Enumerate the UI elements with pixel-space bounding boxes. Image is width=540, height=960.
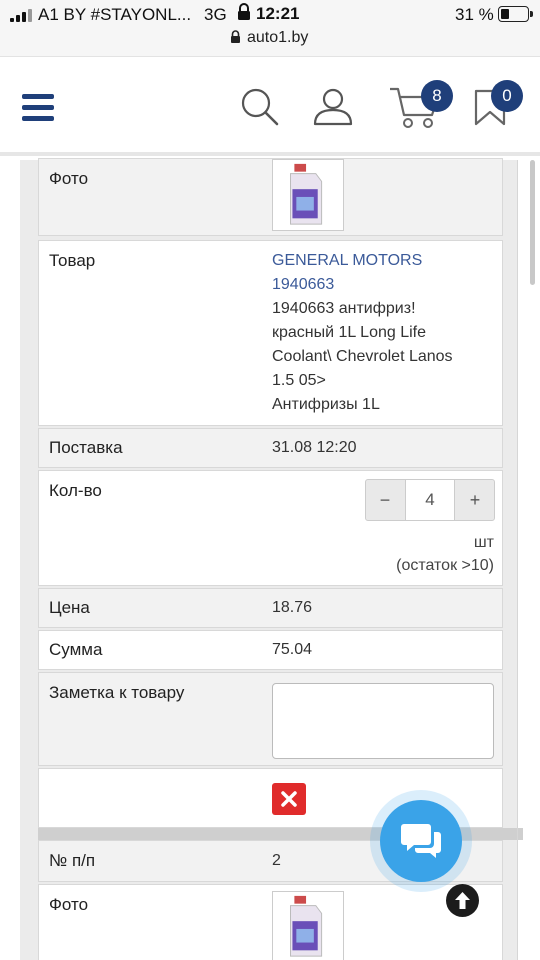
carrier-name: A1 BY #STAYONL... [38,5,192,24]
table-row-product: Товар GENERAL MOTORS 1940663 1940663 ант… [38,240,503,426]
photo-label: Фото [49,895,89,914]
stock-remaining: (остаток >10) [396,557,494,574]
product-photo[interactable] [272,159,344,231]
search-icon[interactable] [240,87,280,127]
url-text: auto1.by [247,29,309,46]
quantity-decrease-button[interactable]: − [366,480,404,520]
price-value: 18.76 [272,599,313,616]
description-line: Coolant\ Chevrolet Lanos [272,348,453,365]
favorites-count-badge[interactable]: 0 [491,80,523,112]
user-icon[interactable] [312,87,354,127]
table-row-price: Цена 18.76 [38,588,503,628]
table-row-delivery: Поставка 31.08 12:20 [38,428,503,468]
close-x-icon [281,791,297,807]
page-edge [517,160,518,960]
battery-icon [498,6,533,22]
price-label: Цена [49,598,90,617]
table-row-photo: Фото [38,884,503,960]
clock: 12:21 [256,4,300,23]
table-row-note: Заметка к товару [38,672,503,766]
quantity-unit: шт [473,534,494,551]
site-header [0,56,540,156]
quantity-increase-button[interactable]: + [456,480,494,520]
description-line: 1.5 05> [272,372,326,389]
number-value: 2 [272,852,281,869]
cart-count-badge[interactable]: 8 [421,80,453,112]
product-label: Товар [49,251,96,270]
chat-button[interactable] [380,800,462,882]
address-bar[interactable]: auto1.by [0,28,540,56]
table-row-quantity: Кол-во − + шт (остаток >10) [38,470,503,586]
delete-item-button[interactable] [272,783,306,815]
delivery-value: 31.08 12:20 [272,439,357,456]
quantity-stepper[interactable]: − + [365,479,495,521]
battery-percent: 31 % [455,5,494,24]
scrollbar-thumb[interactable] [530,160,535,285]
signal-strength-icon [10,8,32,22]
chat-bubbles-icon [401,824,441,858]
network-type: 3G [204,5,227,24]
status-bar: A1 BY #STAYONL... 3G 12:21 31 % [0,0,540,28]
description-line: 1940663 антифриз! [272,300,416,317]
product-brand-link[interactable]: GENERAL MOTORS [272,252,422,269]
secure-lock-icon [231,30,240,43]
photo-label: Фото [49,169,89,188]
orientation-lock-icon [238,3,250,20]
delivery-label: Поставка [49,438,123,457]
sum-label: Сумма [49,640,103,659]
hamburger-menu-icon[interactable] [22,94,54,122]
item-note-input[interactable] [272,683,494,759]
product-article-link[interactable]: 1940663 [272,276,334,293]
description-line: Антифризы 1L [272,396,380,413]
note-label: Заметка к товару [49,683,185,702]
product-photo[interactable] [272,891,344,960]
product-info: GENERAL MOTORS 1940663 1940663 антифриз!… [272,249,500,417]
description-line: красный 1L Long Life [272,324,426,341]
table-row-photo: Фото [38,158,503,236]
table-row-sum: Сумма 75.04 [38,630,503,670]
arrow-up-icon [455,892,470,909]
quantity-input[interactable] [405,480,455,520]
scroll-to-top-button[interactable] [446,884,479,917]
sum-value: 75.04 [272,641,313,658]
quantity-label: Кол-во [49,481,102,500]
number-label: № п/п [49,851,96,870]
